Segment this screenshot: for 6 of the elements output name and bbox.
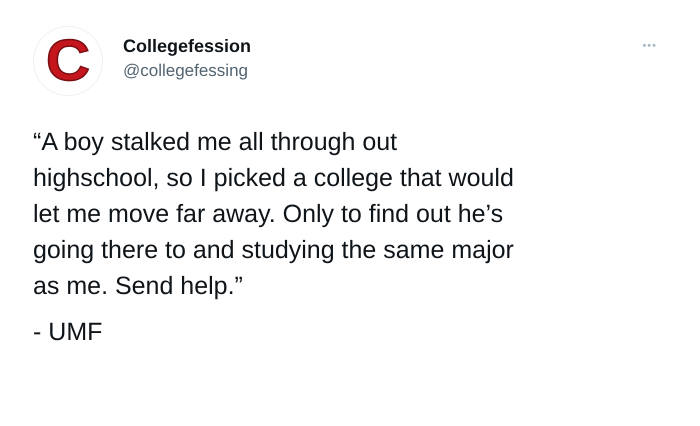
account-handle[interactable]: @collegefessing	[123, 60, 622, 80]
avatar-letter: C	[46, 32, 90, 90]
tweet-text: “A boy stalked me all through out highschool, so I picked a college that would let me move far away. Only to find out he’s going there to and studying the same major as me. Send help.”	[33, 127, 515, 302]
tweet-signature: - UMF	[33, 318, 104, 347]
avatar[interactable]: C	[33, 26, 103, 96]
account-name[interactable]: Collegefession	[123, 36, 622, 56]
